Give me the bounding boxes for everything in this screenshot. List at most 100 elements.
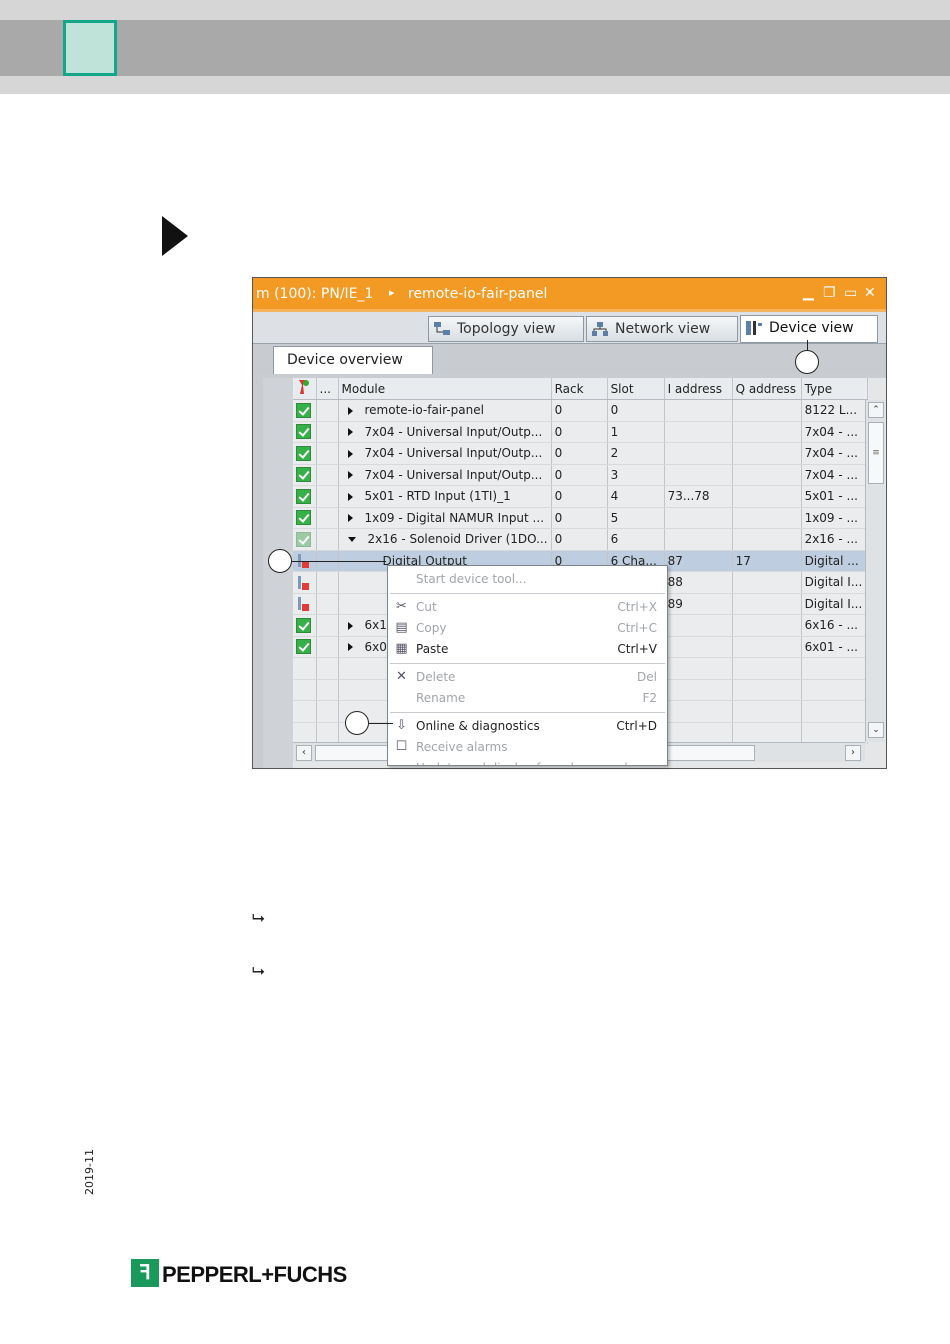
i-address-cell[interactable] [664, 464, 733, 486]
type-cell[interactable]: 5x01 - ... [801, 485, 868, 508]
restore-icon[interactable]: ❐ [823, 285, 836, 301]
q-address-cell[interactable] [732, 399, 802, 422]
module-cell[interactable]: 1x09 - Digital NAMUR Input ... [338, 507, 552, 529]
close-icon[interactable]: ✕ [864, 285, 876, 301]
tab-device-overview[interactable]: Device overview [273, 346, 433, 374]
type-cell[interactable]: 7x04 - ... [801, 464, 868, 486]
rack-cell[interactable]: 0 [551, 399, 608, 422]
scroll-right-icon[interactable]: › [845, 745, 861, 761]
i-address-cell[interactable]: 89 [664, 593, 733, 615]
expand-icon[interactable] [347, 428, 353, 437]
menu-item-online-diagnostics[interactable]: ⇩ Online & diagnostics Ctrl+D [388, 715, 667, 736]
slot-cell[interactable]: 1 [607, 421, 665, 443]
module-cell[interactable]: remote-io-fair-panel [338, 399, 552, 422]
table-row[interactable]: 7x04 - Universal Input/Outp... 0 2 7x04 - .… [293, 442, 868, 465]
type-cell[interactable]: 2x16 - ... [801, 528, 868, 551]
i-address-cell[interactable] [664, 636, 733, 658]
minimize-icon[interactable]: ▁ [803, 285, 814, 301]
expand-icon[interactable] [347, 621, 353, 630]
q-address-cell[interactable] [732, 700, 802, 723]
i-address-cell[interactable] [664, 399, 733, 422]
q-address-cell[interactable] [732, 528, 802, 551]
col-type[interactable]: Type [801, 378, 868, 400]
table-row[interactable]: 2x16 - Solenoid Driver (1DO... 0 6 2x16 - .… [293, 528, 868, 551]
slot-cell[interactable]: 2 [607, 442, 665, 465]
col-i-address[interactable]: I address [664, 378, 733, 400]
type-cell[interactable]: 6x01 - ... [801, 636, 868, 658]
menu-item-delete[interactable]: ✕ Delete Del [388, 666, 667, 687]
col-status[interactable] [293, 378, 317, 400]
i-address-cell[interactable] [664, 614, 733, 637]
q-address-cell[interactable] [732, 593, 802, 615]
q-address-cell[interactable] [732, 614, 802, 637]
table-row[interactable]: 5x01 - RTD Input (1TI)_1 0 4 73...78 5x01 - … [293, 485, 868, 508]
scroll-down-icon[interactable]: ⌄ [868, 722, 884, 738]
maximize-icon[interactable]: ▭ [844, 285, 857, 301]
q-address-cell[interactable] [732, 442, 802, 465]
table-row[interactable]: 7x04 - Universal Input/Outp... 0 3 7x04 - .… [293, 464, 868, 486]
col-module[interactable]: Module [338, 378, 552, 400]
rack-cell[interactable]: 0 [551, 528, 608, 551]
i-address-cell[interactable] [664, 679, 733, 701]
type-cell[interactable] [801, 700, 868, 723]
rack-cell[interactable]: 0 [551, 507, 608, 529]
module-cell[interactable]: 7x04 - Universal Input/Outp... [338, 421, 552, 443]
table-row[interactable]: 7x04 - Universal Input/Outp... 0 1 7x04 - .… [293, 421, 868, 443]
i-address-cell[interactable] [664, 442, 733, 465]
vertical-scrollbar[interactable]: ⌃ ≡ ⌄ [865, 400, 885, 742]
slot-cell[interactable]: 6 [607, 528, 665, 551]
type-cell[interactable]: Digital ... [801, 550, 868, 572]
menu-item-update-and-display-forced-operands[interactable]: Update and display forced operands [388, 757, 667, 765]
q-address-cell[interactable] [732, 571, 802, 594]
module-cell[interactable]: 5x01 - RTD Input (1TI)_1 [338, 485, 552, 508]
expand-icon[interactable] [347, 514, 353, 523]
q-address-cell[interactable] [732, 507, 802, 529]
q-address-cell[interactable] [732, 636, 802, 658]
tab-device-view[interactable]: Device view [740, 315, 878, 343]
q-address-cell[interactable] [732, 722, 802, 744]
scroll-thumb[interactable]: ≡ [868, 422, 884, 484]
col-more[interactable]: ... [316, 378, 339, 400]
q-address-cell[interactable] [732, 421, 802, 443]
col-slot[interactable]: Slot [607, 378, 665, 400]
rack-cell[interactable]: 0 [551, 464, 608, 486]
expand-icon[interactable] [347, 471, 353, 480]
q-address-cell[interactable] [732, 464, 802, 486]
type-cell[interactable]: 7x04 - ... [801, 421, 868, 443]
type-cell[interactable] [801, 679, 868, 701]
module-cell[interactable]: 2x16 - Solenoid Driver (1DO... [338, 528, 552, 551]
q-address-cell[interactable] [732, 657, 802, 680]
type-cell[interactable]: Digital I... [801, 571, 868, 594]
menu-item-start-device-tool[interactable]: Start device tool... [388, 568, 667, 589]
q-address-cell[interactable] [732, 485, 802, 508]
i-address-cell[interactable]: 88 [664, 571, 733, 594]
i-address-cell[interactable] [664, 700, 733, 723]
collapse-icon[interactable] [347, 537, 356, 543]
type-cell[interactable] [801, 657, 868, 680]
tab-network-view[interactable]: Network view [586, 316, 738, 342]
table-row[interactable]: remote-io-fair-panel 0 0 8122 L... [293, 399, 868, 422]
rack-cell[interactable]: 0 [551, 421, 608, 443]
module-cell[interactable]: 7x04 - Universal Input/Outp... [338, 442, 552, 465]
rack-cell[interactable]: 0 [551, 485, 608, 508]
menu-item-cut[interactable]: ✂ Cut Ctrl+X [388, 596, 667, 617]
q-address-cell[interactable]: 17 [732, 550, 802, 572]
expand-icon[interactable] [347, 492, 353, 501]
slot-cell[interactable]: 5 [607, 507, 665, 529]
slot-cell[interactable]: 4 [607, 485, 665, 508]
menu-item-copy[interactable]: ▤ Copy Ctrl+C [388, 617, 667, 638]
col-q-address[interactable]: Q address [732, 378, 802, 400]
i-address-cell[interactable] [664, 657, 733, 680]
type-cell[interactable] [801, 722, 868, 744]
menu-item-rename[interactable]: Rename F2 [388, 687, 667, 708]
i-address-cell[interactable]: 73...78 [664, 485, 733, 508]
type-cell[interactable]: 8122 L... [801, 399, 868, 422]
menu-item-receive-alarms[interactable]: ☐ Receive alarms [388, 736, 667, 757]
table-row[interactable]: 1x09 - Digital NAMUR Input ... 0 5 1x09 - .… [293, 507, 868, 529]
expand-icon[interactable] [347, 643, 353, 652]
slot-cell[interactable]: 3 [607, 464, 665, 486]
i-address-cell[interactable]: 87 [664, 550, 733, 572]
i-address-cell[interactable] [664, 528, 733, 551]
menu-item-paste[interactable]: ▦ Paste Ctrl+V [388, 638, 667, 659]
type-cell[interactable]: 6x16 - ... [801, 614, 868, 637]
